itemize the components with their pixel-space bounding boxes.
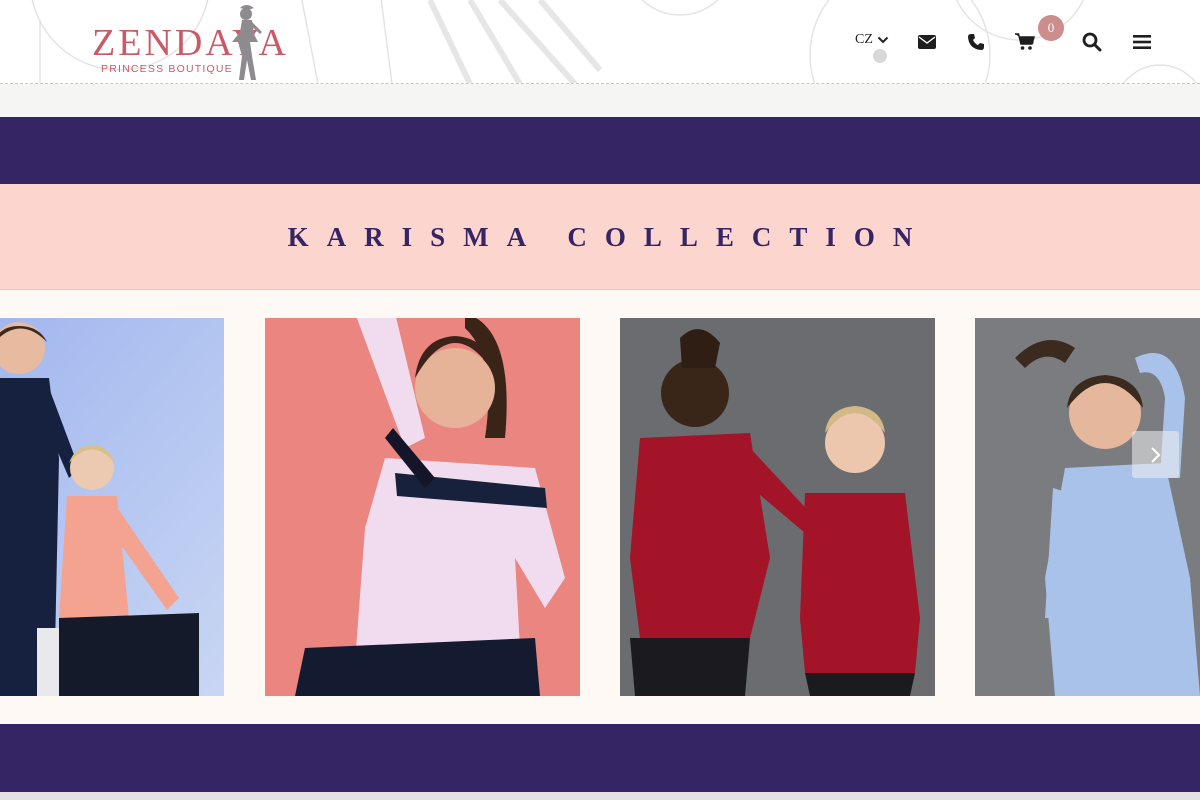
decorative-dot [873, 49, 887, 63]
gallery-slide[interactable] [265, 318, 580, 696]
collection-bottom-band [0, 724, 1200, 792]
shopping-cart-icon [1015, 33, 1035, 50]
site-header: ZENDAYA PRINCESS BOUTIQUE CZ 0 [0, 0, 1200, 84]
cart-button[interactable] [1013, 30, 1037, 54]
language-selector[interactable]: CZ [855, 32, 889, 48]
slide-photo [620, 318, 935, 696]
hamburger-menu-icon [1133, 35, 1151, 49]
product-gallery [0, 290, 1200, 724]
collection-top-band [0, 117, 1200, 184]
logo-subtitle: PRINCESS BOUTIQUE [101, 63, 233, 75]
envelope-icon [918, 35, 936, 49]
page-bottom-strip [0, 792, 1200, 800]
gallery-slide[interactable] [0, 318, 224, 696]
search-button[interactable] [1080, 30, 1104, 54]
gallery-next-button[interactable] [1132, 431, 1179, 478]
chevron-down-icon [877, 36, 889, 44]
gallery-slide[interactable] [620, 318, 935, 696]
chevron-right-icon [1150, 446, 1160, 463]
language-label: CZ [855, 32, 873, 47]
menu-button[interactable] [1130, 30, 1154, 54]
slide-photo [975, 318, 1200, 696]
search-icon [1082, 32, 1102, 52]
collection-title: KARISMA COLLECTION [287, 222, 931, 252]
cart-count-badge[interactable]: 0 [1038, 15, 1064, 41]
brand-logo[interactable]: ZENDAYA PRINCESS BOUTIQUE [92, 4, 297, 82]
phone-button[interactable] [964, 30, 988, 54]
phone-icon [968, 34, 984, 50]
gallery-slide[interactable] [975, 318, 1200, 696]
logo-silhouette-icon [232, 5, 262, 80]
email-button[interactable] [915, 30, 939, 54]
slide-photo [265, 318, 580, 696]
slide-photo [0, 318, 224, 696]
